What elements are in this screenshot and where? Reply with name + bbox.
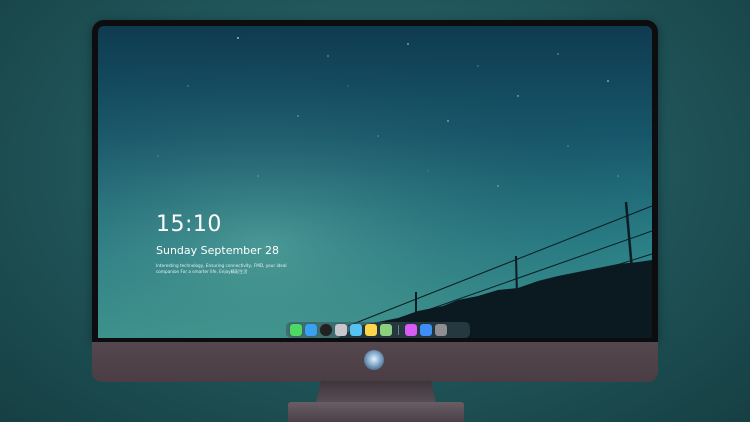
wallpaper [98, 26, 652, 338]
mail-icon[interactable] [305, 324, 317, 336]
monitor-stand-base [288, 402, 464, 422]
dock-separator [398, 325, 399, 335]
camera-icon[interactable] [435, 324, 447, 336]
monitor-chin [92, 342, 658, 382]
messages-icon[interactable] [290, 324, 302, 336]
finder-icon[interactable] [335, 324, 347, 336]
lock-date: Sunday September 28 [156, 244, 279, 257]
photos-icon[interactable] [380, 324, 392, 336]
clock-icon[interactable] [320, 324, 332, 336]
desktop-screen: 15:10 Sunday September 28 Interesting te… [98, 26, 652, 338]
monitor-bezel: 15:10 Sunday September 28 Interesting te… [92, 20, 658, 342]
monitor-stand-neck [316, 381, 436, 403]
lock-time: 15:10 [156, 212, 222, 237]
brand-logo-icon [364, 350, 384, 370]
notes-icon[interactable] [365, 324, 377, 336]
video-icon[interactable] [350, 324, 362, 336]
music-icon[interactable] [405, 324, 417, 336]
monitor: 15:10 Sunday September 28 Interesting te… [92, 20, 658, 382]
lock-tagline: Interesting technology, Ensuring connect… [156, 263, 287, 274]
app-store-icon[interactable] [420, 324, 432, 336]
dock [286, 322, 470, 338]
